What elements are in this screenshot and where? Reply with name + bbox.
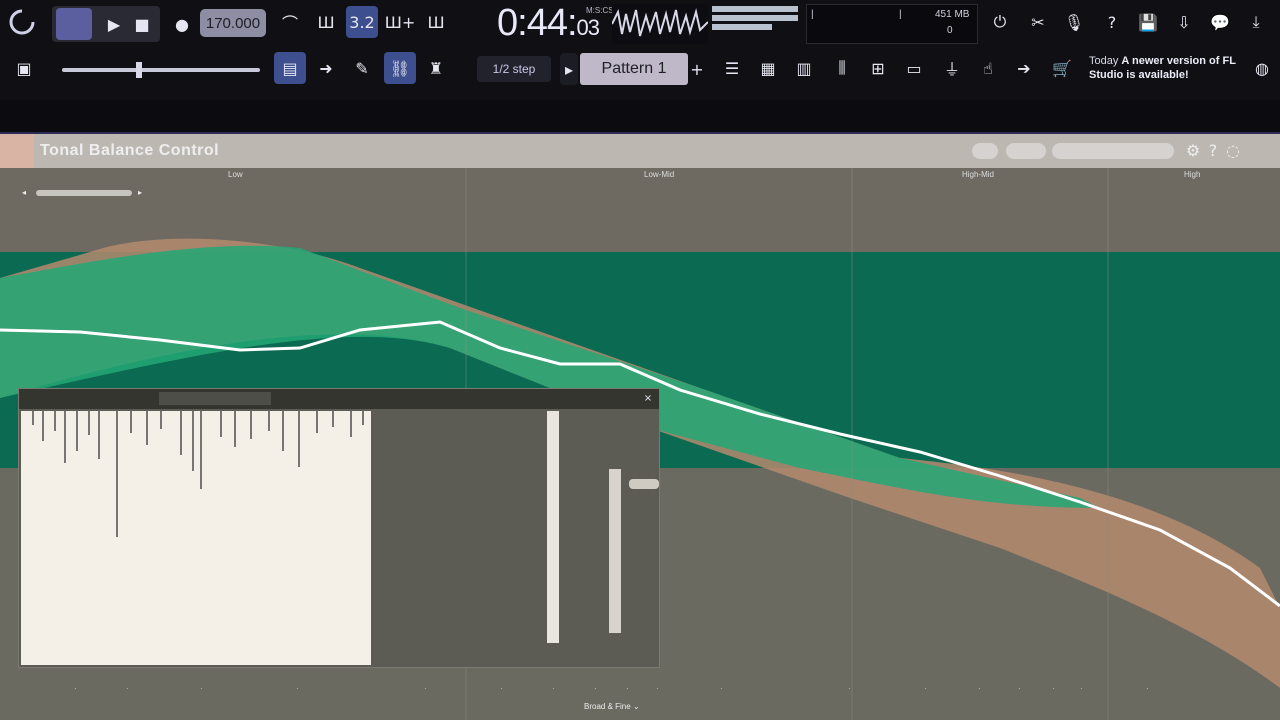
target-toggle[interactable] — [1006, 143, 1046, 159]
mixer-icon[interactable]: ⫼ — [826, 52, 858, 84]
master-volume-slider[interactable] — [62, 62, 260, 78]
plugin-icon[interactable]: ▭ — [898, 52, 930, 84]
fl-logo-icon[interactable] — [6, 6, 38, 38]
plugin-logo-icon — [0, 134, 34, 168]
plugin-title: Tonal Balance Control — [40, 142, 220, 159]
plugin-menu-icon[interactable]: ◌ — [1222, 136, 1244, 164]
help-icon[interactable]: ? — [1096, 6, 1128, 38]
microphone-icon[interactable]: 🎙 — [1058, 6, 1090, 38]
band-label-high: High — [1184, 170, 1201, 179]
plug-icon[interactable]: ⏚ — [936, 52, 968, 84]
zoom-slider[interactable]: ◂ ▸ — [22, 188, 146, 198]
settings-icon[interactable]: ⚙ — [1182, 136, 1204, 164]
multilink-icon[interactable]: ▤ — [274, 52, 306, 84]
pattern-song-toggle[interactable] — [56, 8, 92, 40]
pattern-prev-icon[interactable]: ▸ — [560, 53, 578, 85]
plugin-window: Tonal Balance Control ⚙ ? ◌ Low Low-Mid … — [0, 134, 1280, 720]
cart-icon[interactable]: 🛒 — [1046, 52, 1078, 84]
step-edit-icon[interactable]: Ш+ — [384, 6, 416, 38]
wait-input-icon[interactable]: Ш — [310, 6, 342, 38]
countdown-icon[interactable]: 3.2 — [346, 6, 378, 38]
plugin-titlebar[interactable]: Tonal Balance Control ⚙ ? ◌ — [0, 134, 1280, 168]
browser-icon[interactable]: ⊞ — [862, 52, 894, 84]
channel-rack-icon[interactable]: ▥ — [788, 52, 820, 84]
tempo-display[interactable]: 170.000 — [200, 9, 266, 37]
arrow-right-icon[interactable]: ➔ — [1008, 52, 1040, 84]
loop-record-icon[interactable]: Ш — [420, 6, 452, 38]
metronome-icon[interactable]: ⌒ — [274, 6, 306, 38]
cpu-memory-panel[interactable]: | | 451 MB 0 — [806, 4, 978, 44]
cpu-icon[interactable]: ▣ — [8, 52, 40, 84]
band-label-high-mid: High-Mid — [962, 170, 995, 179]
download-icon[interactable]: ⤓ — [1240, 6, 1272, 38]
snap-selector[interactable]: 1/2 step — [477, 56, 551, 82]
analyzer-toolbar: × — [19, 389, 659, 409]
stamp-icon[interactable]: ♜ — [420, 52, 452, 84]
globe-icon[interactable]: ◍ — [1246, 52, 1278, 84]
help-icon[interactable]: ? — [1204, 136, 1222, 164]
chat-icon[interactable]: 💬 — [1204, 6, 1236, 38]
slider-knob[interactable] — [136, 62, 142, 78]
main-toolbar: ▶ ■ ● 170.000 ⌒ Ш 3.2 Ш+ Ш 0:44:03 M:S:C… — [0, 0, 1280, 100]
playlist-icon[interactable]: ☰ — [716, 52, 748, 84]
piano-roll-icon[interactable]: ▦ — [752, 52, 784, 84]
master-meter — [712, 6, 798, 32]
clock-unit-label: M:S:CS — [586, 6, 614, 15]
bypass-button[interactable] — [972, 143, 998, 159]
song-clock[interactable]: 0:44:03 — [497, 2, 600, 45]
oscilloscope[interactable] — [611, 4, 709, 44]
save-icon[interactable]: 💾 — [1132, 6, 1164, 38]
record-icon[interactable]: ● — [166, 8, 198, 40]
analyzer-tab-1[interactable] — [159, 392, 223, 405]
touch-icon[interactable]: ☝ — [972, 52, 1004, 84]
view-mode-selector[interactable]: Broad & Fine ⌄ — [584, 702, 640, 711]
close-icon[interactable]: × — [639, 389, 657, 407]
transport-panel: ▶ ■ — [52, 6, 160, 42]
gain-handle[interactable] — [629, 479, 659, 489]
pattern-add-icon[interactable]: + — [690, 53, 704, 85]
news-panel[interactable]: Today A newer version of FL Studio is av… — [1089, 54, 1239, 82]
analyzer-subwindow[interactable]: × — [18, 388, 660, 668]
target-selector[interactable] — [1052, 143, 1174, 159]
link-icon[interactable]: ⛓ — [384, 52, 416, 84]
chevron-down-icon: ⌄ — [632, 702, 640, 711]
band-label-low: Low — [228, 170, 243, 179]
level-meter-right — [609, 469, 621, 633]
pencil-icon[interactable]: ✎ — [346, 52, 378, 84]
scissors-icon[interactable]: ✂ — [1022, 6, 1054, 38]
analyzer-tab-2[interactable] — [219, 392, 271, 405]
pattern-selector[interactable]: Pattern 1 — [580, 53, 688, 85]
render-icon[interactable]: ⇩ — [1168, 6, 1200, 38]
stop-icon[interactable]: ■ — [126, 8, 158, 40]
level-meter-left — [547, 411, 559, 643]
waveform-display[interactable] — [21, 411, 371, 665]
band-label-low-mid: Low-Mid — [644, 170, 675, 179]
arrow-icon[interactable]: ➜ — [310, 52, 342, 84]
power-icon[interactable]: ⏻ — [984, 6, 1016, 38]
